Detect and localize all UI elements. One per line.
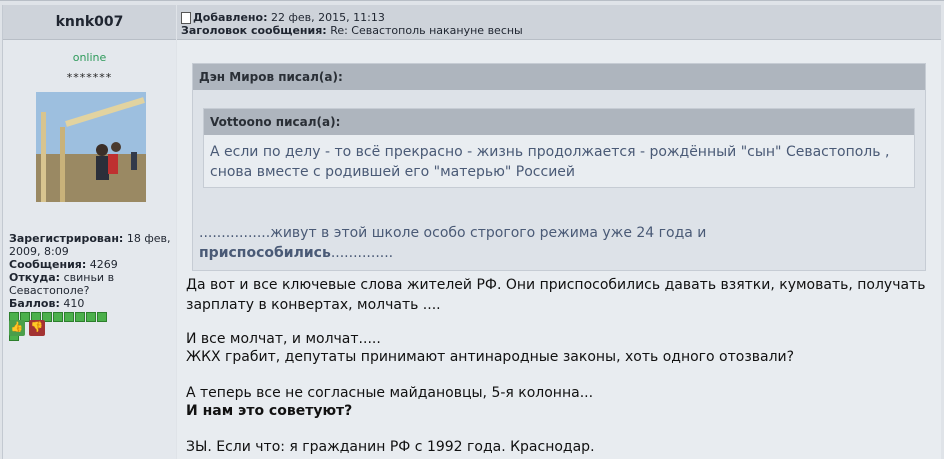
registered-value-2: 2009, 8:09	[9, 245, 69, 258]
messages-label: Сообщения:	[9, 258, 87, 271]
quote-outer-author: Дэн Миров писал(а):	[199, 70, 343, 84]
body-p1-l1: Да вот и все ключевые слова жителей РФ. …	[186, 277, 926, 293]
user-profile-column: knnk007 online ******* Зарегистрирован: …	[2, 5, 176, 459]
forum-post: knnk007 online ******* Зарегистрирован: …	[0, 0, 944, 459]
rep-block	[97, 312, 107, 322]
subject-value: Re: Севастополь накануне весны	[330, 24, 523, 37]
body-p3-l2: И нам это советуют?	[186, 403, 353, 419]
rep-block	[64, 312, 74, 322]
quote-outer: Дэн Миров писал(а): Vottoono писал(а): А…	[192, 63, 926, 271]
quote-outer-bold: приспособились	[199, 245, 331, 261]
thumbs-down-icon[interactable]: 👎	[29, 320, 45, 336]
quote-inner-header: Vottoono писал(а):	[204, 109, 914, 135]
quote-outer-header: Дэн Миров писал(а):	[193, 64, 925, 90]
rank-stars: *******	[66, 71, 113, 84]
quote-inner: Vottoono писал(а): А если по делу - то в…	[203, 108, 915, 188]
subject-label: Заголовок сообщения:	[181, 24, 327, 37]
registered-label: Зарегистрирован:	[9, 232, 124, 245]
post-content-column: Добавлено: 22 фев, 2015, 11:13 Заголовок…	[177, 5, 941, 459]
rep-block	[86, 312, 96, 322]
thumbs-up-icon[interactable]: 👍	[9, 320, 25, 336]
from-label: Откуда:	[9, 271, 61, 284]
online-status: online	[72, 51, 107, 64]
post-header: Добавлено: 22 фев, 2015, 11:13 Заголовок…	[177, 5, 941, 40]
registered-value: 18 фев,	[126, 232, 171, 245]
user-header: knnk007	[3, 5, 176, 40]
body-p2-l1: И все молчат, и молчат.....	[186, 331, 381, 347]
from-value: свиньи в	[63, 271, 115, 284]
body-p2-l2: ЖКХ грабит, депутаты принимают антинарод…	[186, 349, 795, 365]
username[interactable]: knnk007	[3, 14, 176, 30]
added-value: 22 фев, 2015, 11:13	[271, 11, 385, 24]
body-p1-l2: зарплату в конвертах, молчать ....	[186, 297, 441, 313]
messages-value: 4269	[89, 258, 118, 271]
quote-inner-author: Vottoono писал(а):	[210, 115, 341, 129]
added-label: Добавлено:	[193, 11, 268, 24]
quote-outer-line-1: ................живут в этой школе особо…	[199, 225, 707, 241]
body-p4-l1: ЗЫ. Если что: я гражданин РФ с 1992 года…	[186, 439, 595, 455]
avatar	[36, 92, 146, 202]
rep-block	[53, 312, 63, 322]
quote-outer-dots: ..............	[330, 245, 394, 261]
reputation-bar	[9, 307, 109, 341]
quote-inner-line-1: А если по делу - то всё прекрасно - жизн…	[210, 144, 890, 160]
from-value-2: Севастополе?	[9, 284, 90, 297]
quote-inner-line-2: снова вместе с родившей его "матерью" Ро…	[210, 164, 575, 180]
rep-block	[75, 312, 85, 322]
post-icon	[181, 12, 191, 24]
body-p3-l1: А теперь все не согласные майдановцы, 5-…	[186, 385, 594, 401]
